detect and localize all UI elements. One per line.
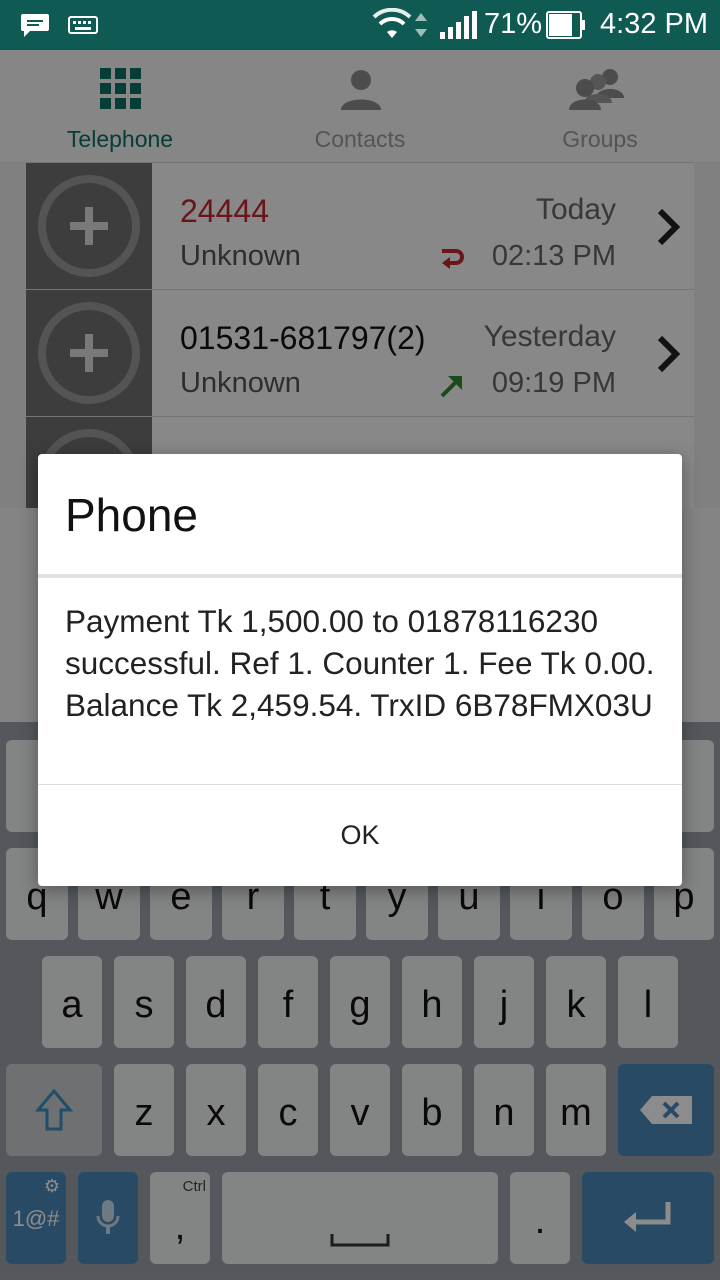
dialog-message: Payment Tk 1,500.00 to 01878116230 succe… xyxy=(65,603,655,723)
chat-notification-icon xyxy=(21,14,49,37)
battery-icon xyxy=(546,11,585,39)
dialog-divider xyxy=(38,574,682,578)
keyboard-notification-icon xyxy=(68,16,98,34)
status-bar: 71% 4:32 PM xyxy=(0,0,720,50)
data-transfer-icon xyxy=(415,13,427,37)
clock: 4:32 PM xyxy=(600,8,708,40)
signal-icon xyxy=(440,11,477,39)
dialog-title: Phone xyxy=(65,489,199,541)
message-dialog: Phone Payment Tk 1,500.00 to 01878116230… xyxy=(38,454,682,886)
wifi-icon xyxy=(372,8,412,38)
ok-button[interactable]: OK xyxy=(38,785,682,886)
battery-percent: 71% xyxy=(484,8,543,40)
